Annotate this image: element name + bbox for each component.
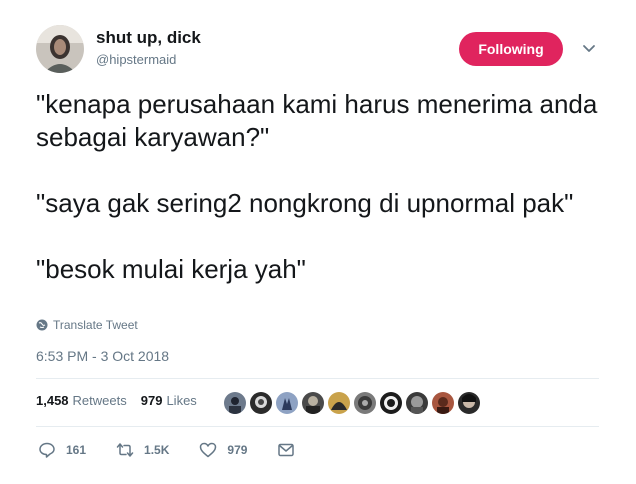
display-name[interactable]: shut up, dick <box>96 28 201 48</box>
liker-avatar[interactable] <box>456 390 482 416</box>
reply-button[interactable]: 161 <box>38 441 86 459</box>
reply-count: 161 <box>66 443 87 457</box>
likes-label: Likes <box>166 393 197 408</box>
tweet-actions: 161 1.5K 979 <box>38 441 335 459</box>
direct-message-button[interactable] <box>277 441 305 459</box>
globe-icon <box>36 319 48 331</box>
liker-avatar[interactable] <box>430 390 456 416</box>
retweets-stat[interactable]: 1,458 Retweets <box>36 393 127 408</box>
retweet-icon <box>116 443 134 457</box>
liker-avatar[interactable] <box>248 390 274 416</box>
likes-count: 979 <box>140 393 163 408</box>
liker-avatar[interactable] <box>404 390 430 416</box>
retweets-label: Retweets <box>72 393 127 408</box>
envelope-icon <box>278 443 295 457</box>
tweet-text: "kenapa perusahaan kami harus menerima a… <box>36 88 606 286</box>
tweet-timestamp[interactable]: 6:53 PM - 3 Oct 2018 <box>36 348 169 364</box>
liker-avatar[interactable] <box>222 390 248 416</box>
translate-label: Translate Tweet <box>53 318 138 332</box>
following-button[interactable]: Following <box>459 32 563 66</box>
liker-avatar[interactable] <box>352 390 378 416</box>
divider <box>36 426 599 427</box>
tweet-stats: 1,458 Retweets 979 Likes <box>36 393 211 408</box>
liker-avatar[interactable] <box>300 390 326 416</box>
like-count: 979 <box>227 443 248 457</box>
avatar[interactable] <box>36 25 84 73</box>
like-button[interactable]: 979 <box>199 441 247 459</box>
likes-stat[interactable]: 979 Likes <box>141 393 197 408</box>
liker-avatar[interactable] <box>326 390 352 416</box>
tweet-paragraph: "besok mulai kerja yah" <box>36 254 306 284</box>
liker-avatar[interactable] <box>378 390 404 416</box>
tweet-paragraph: "kenapa perusahaan kami harus menerima a… <box>36 89 598 152</box>
liker-avatars <box>222 390 482 416</box>
divider <box>36 378 599 379</box>
retweet-button[interactable]: 1.5K <box>116 441 169 459</box>
retweets-count: 1,458 <box>36 393 69 408</box>
tweet-paragraph: "saya gak sering2 nongkrong di upnormal … <box>36 188 574 218</box>
retweet-count: 1.5K <box>144 443 170 457</box>
liker-avatar[interactable] <box>274 390 300 416</box>
user-handle[interactable]: @hipstermaid <box>96 52 176 67</box>
reply-icon <box>39 442 55 458</box>
chevron-down-icon[interactable] <box>581 40 597 56</box>
translate-tweet-link[interactable]: Translate Tweet <box>36 318 138 332</box>
heart-icon <box>200 442 217 458</box>
